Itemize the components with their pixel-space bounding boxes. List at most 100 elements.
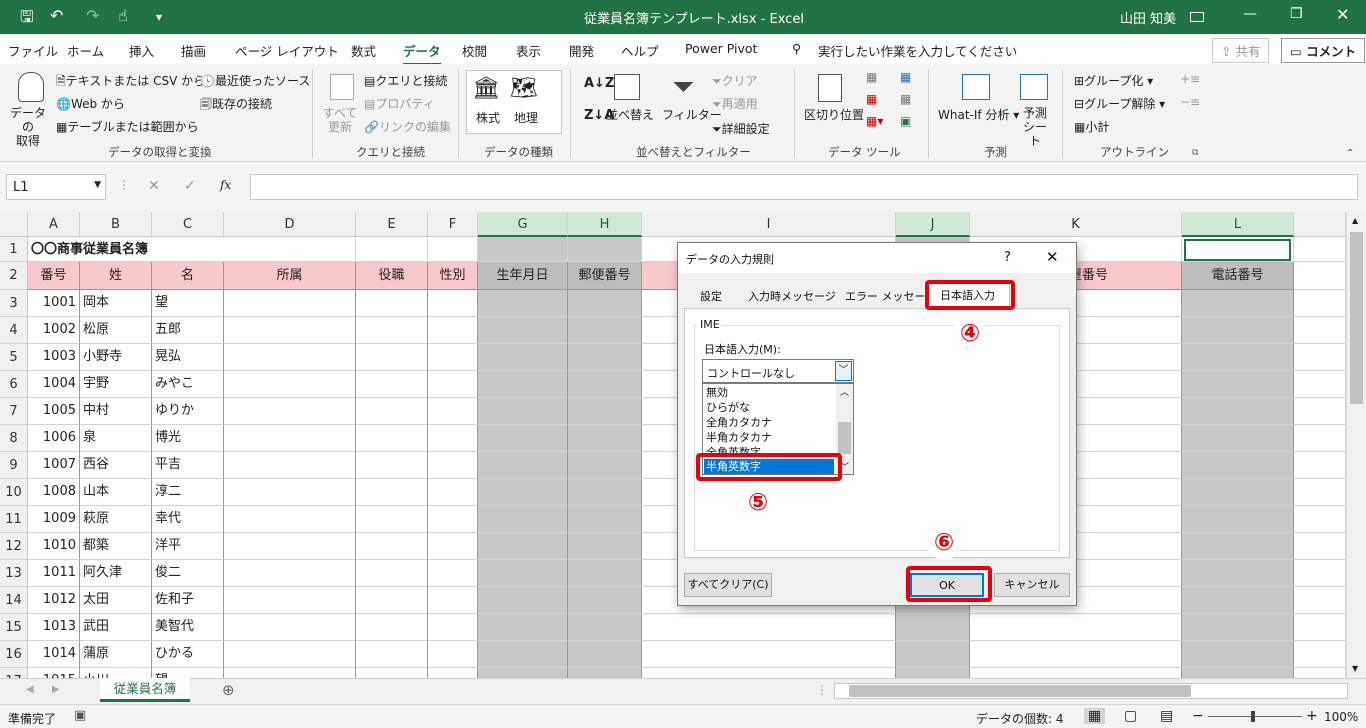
hide-detail-icon[interactable]: −≡ bbox=[1180, 95, 1200, 109]
table-cell[interactable]: 1002 bbox=[28, 317, 80, 344]
cell[interactable] bbox=[568, 344, 642, 371]
cell[interactable] bbox=[478, 614, 568, 641]
cell[interactable] bbox=[428, 317, 478, 344]
table-cell[interactable]: 洋平 bbox=[152, 533, 224, 560]
table-header[interactable]: 性別 bbox=[428, 262, 478, 290]
column-header-h[interactable]: H bbox=[568, 212, 642, 237]
column-header-f[interactable]: F bbox=[428, 212, 478, 237]
confirm-entry-icon[interactable]: ✓ bbox=[184, 178, 196, 194]
tab-page-layout[interactable]: ページ レイアウト bbox=[235, 41, 339, 60]
cell[interactable] bbox=[224, 398, 356, 425]
active-cell-l1[interactable] bbox=[1184, 239, 1291, 261]
table-cell[interactable]: 松原 bbox=[80, 317, 152, 344]
cell[interactable] bbox=[1294, 560, 1346, 587]
tab-error-message[interactable]: エラー メッセージ bbox=[845, 288, 936, 304]
horizontal-scroll-thumb[interactable] bbox=[849, 685, 1191, 697]
normal-view-icon[interactable]: ▦ bbox=[1084, 708, 1106, 724]
undo-icon[interactable]: ↶ bbox=[50, 6, 63, 25]
table-cell[interactable]: 佐和子 bbox=[152, 587, 224, 614]
cell[interactable] bbox=[1182, 317, 1294, 344]
cell[interactable] bbox=[568, 560, 642, 587]
table-cell[interactable]: 阿久津 bbox=[80, 560, 152, 587]
cell[interactable] bbox=[568, 479, 642, 506]
close-window-icon[interactable]: ✕ bbox=[1336, 5, 1349, 24]
tab-settings[interactable]: 設定 bbox=[700, 288, 722, 304]
table-cell[interactable]: 1003 bbox=[28, 344, 80, 371]
cell[interactable] bbox=[478, 425, 568, 452]
cell[interactable] bbox=[1182, 614, 1294, 641]
cell[interactable] bbox=[478, 344, 568, 371]
cancel-entry-icon[interactable]: ✕ bbox=[148, 178, 160, 194]
geography-button[interactable]: 地理 bbox=[514, 109, 538, 126]
table-cell[interactable]: 蒲原 bbox=[80, 641, 152, 668]
cell[interactable] bbox=[478, 560, 568, 587]
subtotal-button[interactable]: ▦小計 bbox=[1074, 118, 1109, 135]
cell[interactable] bbox=[224, 641, 356, 668]
existing-connections-button[interactable]: 🗐既存の接続 bbox=[200, 95, 272, 116]
cell[interactable] bbox=[970, 668, 1182, 678]
cell[interactable] bbox=[1294, 452, 1346, 479]
tab-draw[interactable]: 描画 bbox=[181, 41, 206, 60]
search-icon[interactable]: ⚲ bbox=[792, 41, 801, 56]
cell[interactable] bbox=[478, 452, 568, 479]
cancel-button[interactable]: キャンセル bbox=[994, 573, 1070, 597]
minimize-icon[interactable]: — bbox=[1243, 6, 1257, 22]
cell[interactable] bbox=[224, 533, 356, 560]
table-cell[interactable]: 博光 bbox=[152, 425, 224, 452]
forecast-sheet-button[interactable]: 予測 シート bbox=[1020, 106, 1050, 148]
cell[interactable] bbox=[428, 668, 478, 678]
table-cell[interactable]: 宇野 bbox=[80, 371, 152, 398]
list-item[interactable]: 全角カタカナ bbox=[706, 415, 772, 430]
cell[interactable] bbox=[224, 290, 356, 317]
row-header[interactable]: 11 bbox=[0, 506, 28, 533]
what-if-button[interactable]: What-If 分析 ▾ bbox=[938, 106, 1019, 123]
cell[interactable] bbox=[568, 452, 642, 479]
cell[interactable] bbox=[1294, 533, 1346, 560]
cell[interactable] bbox=[428, 641, 478, 668]
cell[interactable] bbox=[1294, 237, 1346, 262]
cell[interactable] bbox=[428, 560, 478, 587]
zoom-in-icon[interactable]: + bbox=[1306, 708, 1318, 724]
cell[interactable] bbox=[568, 290, 642, 317]
cell[interactable] bbox=[356, 587, 428, 614]
customize-qat-icon[interactable]: ▾ bbox=[156, 10, 162, 24]
table-cell[interactable]: みやこ bbox=[152, 371, 224, 398]
cell[interactable] bbox=[356, 614, 428, 641]
cell[interactable] bbox=[568, 506, 642, 533]
table-cell[interactable]: 1010 bbox=[28, 533, 80, 560]
table-cell[interactable]: 平吉 bbox=[152, 452, 224, 479]
cell[interactable] bbox=[224, 317, 356, 344]
table-cell[interactable]: 中村 bbox=[80, 398, 152, 425]
cell[interactable] bbox=[224, 506, 356, 533]
cell[interactable] bbox=[428, 290, 478, 317]
dialog-launcher-icon[interactable]: ⧉ bbox=[1192, 148, 1198, 158]
cell[interactable] bbox=[568, 614, 642, 641]
table-cell[interactable]: 望 bbox=[152, 290, 224, 317]
tab-data[interactable]: データ bbox=[403, 41, 441, 66]
cell[interactable] bbox=[478, 506, 568, 533]
table-cell[interactable]: 都築 bbox=[80, 533, 152, 560]
cell[interactable] bbox=[896, 668, 970, 678]
cell[interactable] bbox=[642, 614, 896, 641]
cell[interactable] bbox=[224, 614, 356, 641]
cell[interactable] bbox=[568, 237, 642, 262]
table-header[interactable]: 名 bbox=[152, 262, 224, 290]
cell[interactable] bbox=[478, 668, 568, 678]
cell[interactable] bbox=[1182, 371, 1294, 398]
table-cell[interactable]: 1012 bbox=[28, 587, 80, 614]
tab-home[interactable]: ホーム bbox=[67, 41, 104, 60]
cell[interactable] bbox=[1182, 452, 1294, 479]
share-button[interactable]: ⇪ 共有 bbox=[1212, 38, 1270, 63]
table-cell[interactable]: ひかる bbox=[152, 641, 224, 668]
table-cell[interactable]: 1005 bbox=[28, 398, 80, 425]
cell[interactable] bbox=[1294, 506, 1346, 533]
row-header[interactable]: 6 bbox=[0, 371, 28, 398]
table-cell[interactable]: 幸代 bbox=[152, 506, 224, 533]
next-sheet-icon[interactable]: ▶ bbox=[52, 684, 60, 695]
table-header[interactable]: 郵便番号 bbox=[568, 262, 642, 290]
list-item[interactable]: 半角カタカナ bbox=[706, 430, 772, 445]
sort-button[interactable]: 並べ替え bbox=[606, 106, 654, 123]
table-cell[interactable]: 望 bbox=[152, 668, 224, 678]
table-cell[interactable]: ゆりか bbox=[152, 398, 224, 425]
row-header[interactable]: 14 bbox=[0, 587, 28, 614]
